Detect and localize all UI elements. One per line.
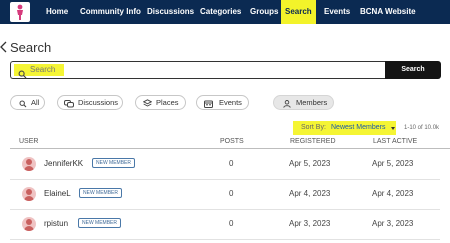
nav-item-search[interactable]: Search	[281, 0, 316, 24]
caret-down-icon[interactable]	[391, 127, 395, 130]
column-header-last-active[interactable]: LAST ACTIVE	[373, 138, 417, 145]
calendar-icon	[204, 99, 213, 112]
registered-date: Apr 4, 2023	[289, 189, 331, 198]
table-row: ElaineL NEW MEMBER 0 Apr 4, 2023 Apr 4, …	[10, 180, 440, 210]
filter-places[interactable]: Places	[135, 95, 186, 110]
filter-discussions[interactable]: Discussions	[57, 95, 123, 110]
table-row: rpistun NEW MEMBER 0 Apr 3, 2023 Apr 3, …	[10, 210, 440, 240]
filter-members-label: Members	[296, 98, 328, 107]
filter-members[interactable]: Members	[273, 95, 334, 110]
logo-icon[interactable]	[10, 2, 30, 22]
filter-places-label: Places	[156, 98, 179, 107]
column-header-registered[interactable]: REGISTERED	[290, 138, 336, 145]
chat-bubbles-icon	[64, 99, 74, 112]
last-active-date: Apr 3, 2023	[372, 219, 414, 228]
search-input[interactable]: Search	[10, 61, 386, 79]
last-active-date: Apr 5, 2023	[372, 159, 414, 168]
column-header-posts: POSTS	[220, 138, 244, 145]
page-title: Search	[10, 40, 52, 55]
sort-dropdown[interactable]: Newest Members	[331, 124, 385, 131]
search-icon	[19, 99, 27, 112]
nav-item-community-info[interactable]: Community Info	[80, 0, 141, 24]
filter-events[interactable]: Events	[196, 95, 249, 110]
registered-date: Apr 5, 2023	[289, 159, 331, 168]
top-nav: Home Community Info Discussions Categori…	[0, 0, 450, 24]
registered-date: Apr 3, 2023	[289, 219, 331, 228]
nav-item-home[interactable]: Home	[46, 0, 68, 24]
nav-item-events[interactable]: Events	[324, 0, 350, 24]
user-name[interactable]: rpistun	[44, 219, 68, 228]
filter-discussions-label: Discussions	[78, 98, 119, 107]
header-divider	[10, 148, 450, 149]
status-badge: NEW MEMBER	[78, 218, 121, 228]
avatar[interactable]	[22, 187, 36, 201]
filter-events-label: Events	[219, 98, 242, 107]
nav-item-bcna-website[interactable]: BCNA Website	[360, 0, 416, 24]
nav-item-groups[interactable]: Groups	[250, 0, 278, 24]
status-badge: NEW MEMBER	[79, 188, 122, 198]
column-header-user: USER	[19, 138, 39, 145]
status-badge: NEW MEMBER	[92, 158, 135, 168]
search-button[interactable]: Search	[385, 61, 441, 79]
avatar[interactable]	[22, 217, 36, 231]
nav-item-discussions[interactable]: Discussions	[147, 0, 194, 24]
user-name[interactable]: JenniferKK	[44, 159, 83, 168]
back-chevron-icon[interactable]	[0, 40, 7, 57]
posts-count: 0	[229, 189, 234, 198]
user-name[interactable]: ElaineL	[44, 189, 71, 198]
avatar[interactable]	[22, 157, 36, 171]
filter-all-label: All	[31, 98, 40, 107]
last-active-date: Apr 4, 2023	[372, 189, 414, 198]
posts-count: 0	[229, 219, 234, 228]
page-info: 1-10 of 10.0k	[404, 125, 440, 131]
filter-all[interactable]: All	[10, 95, 45, 110]
nav-item-categories[interactable]: Categories	[200, 0, 241, 24]
posts-count: 0	[229, 159, 234, 168]
sort-label: Sort By:	[301, 124, 326, 131]
table-row: JenniferKK NEW MEMBER 0 Apr 5, 2023 Apr …	[10, 150, 440, 180]
search-placeholder: Search	[30, 65, 56, 74]
person-icon	[283, 99, 291, 112]
layers-icon	[142, 99, 153, 112]
search-icon	[18, 66, 27, 84]
